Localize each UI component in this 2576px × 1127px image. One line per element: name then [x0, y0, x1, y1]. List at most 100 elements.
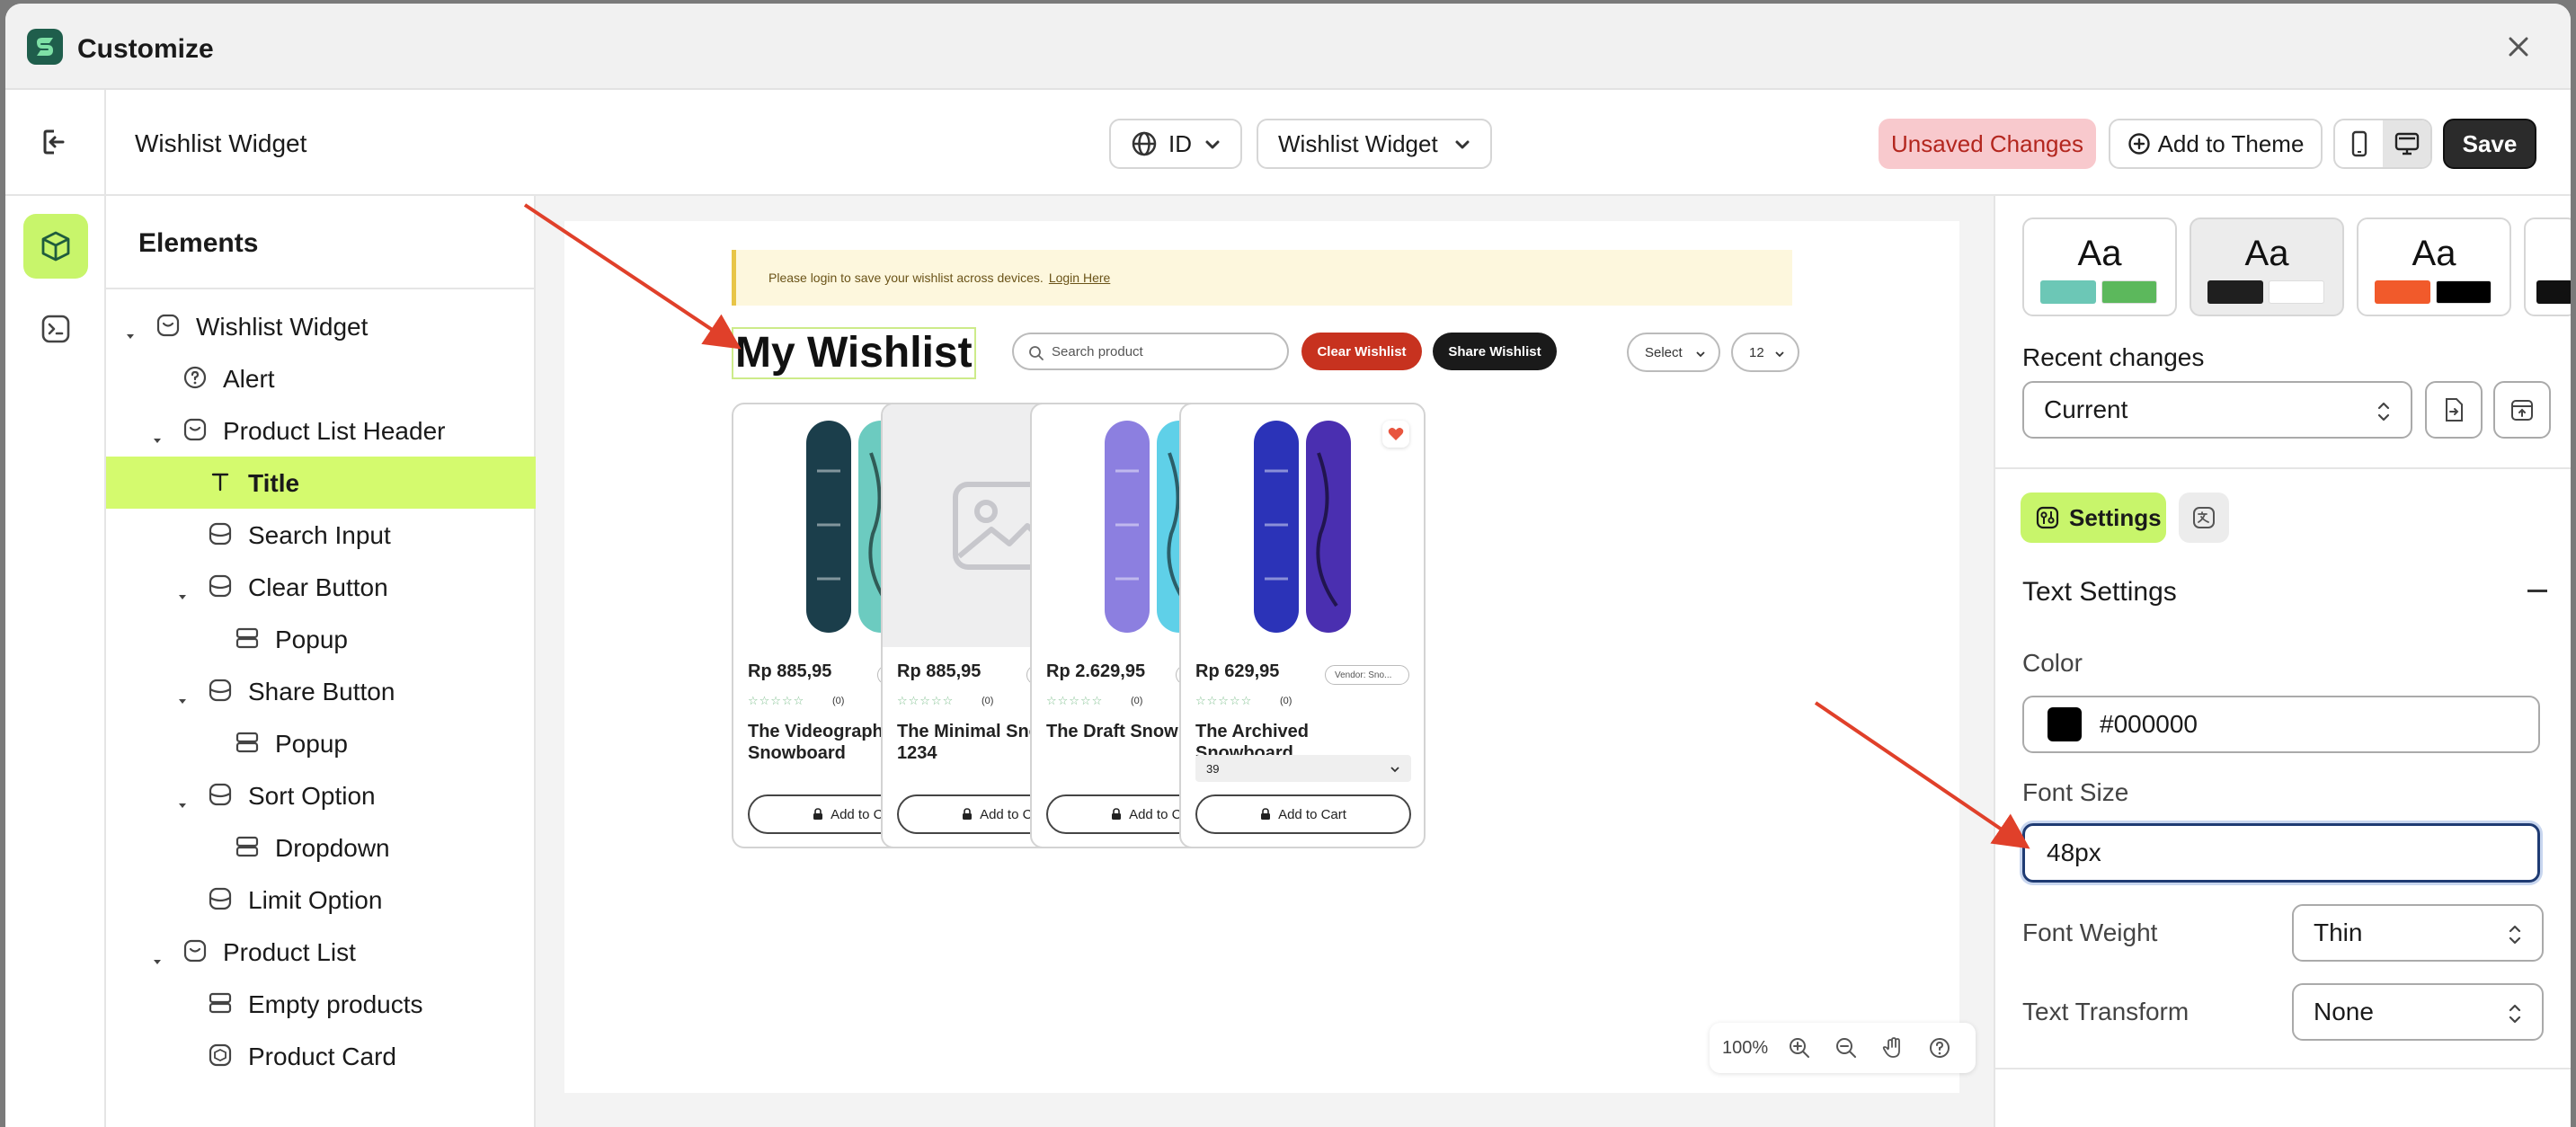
settings-tab-label: Settings	[2069, 503, 2162, 531]
hand-icon[interactable]	[1870, 1023, 1916, 1073]
tree-item[interactable]: Alert	[106, 352, 536, 404]
tree-item[interactable]: Popup	[106, 717, 536, 769]
import-button[interactable]	[2425, 381, 2483, 439]
tree-item[interactable]: Wishlist Widget	[106, 300, 536, 352]
cube-icon	[41, 231, 70, 262]
login-link[interactable]: Login Here	[1049, 271, 1111, 285]
block-icon	[207, 885, 235, 914]
template-select[interactable]: Wishlist Widget	[1257, 119, 1492, 169]
font-weight-select[interactable]: Thin	[2292, 904, 2544, 962]
elements-tab-button[interactable]	[23, 214, 88, 279]
help-circle-icon	[182, 364, 210, 393]
chevron-down-icon	[1696, 351, 1705, 358]
updown-chevron-icon	[2509, 925, 2521, 945]
wishlist-title[interactable]: My Wishlist	[732, 327, 976, 379]
zoom-controls: 100%	[1710, 1023, 1976, 1073]
cube-icon	[207, 1042, 235, 1070]
tree-item[interactable]: Product List Header	[106, 404, 536, 457]
theme-color-chip	[2101, 280, 2157, 304]
language-select[interactable]: ID	[1109, 119, 1242, 169]
chevron-down-icon	[1390, 767, 1399, 773]
tree-item-label: Clear Button	[248, 573, 388, 601]
theme-color-chip	[2269, 280, 2324, 304]
app-logo-icon	[27, 29, 63, 65]
search-input[interactable]: Search product	[1012, 333, 1289, 370]
theme-preset[interactable]	[2524, 217, 2571, 316]
tree-item-label: Search Input	[248, 521, 391, 549]
device-toggle	[2333, 119, 2432, 169]
translate-tab[interactable]	[2179, 493, 2229, 543]
collapse-icon[interactable]	[2527, 590, 2547, 592]
help-icon[interactable]	[1916, 1023, 1963, 1073]
caret-down-icon[interactable]	[124, 320, 137, 339]
font-size-label: Font Size	[2022, 778, 2129, 806]
tree-item-label: Empty products	[248, 990, 423, 1018]
save-button[interactable]: Save	[2443, 119, 2536, 169]
text-settings-title: Text Settings	[2022, 577, 2177, 607]
settings-tab[interactable]: Settings	[2021, 493, 2166, 543]
zoom-in-icon[interactable]	[1776, 1023, 1823, 1073]
exit-icon[interactable]	[36, 124, 72, 164]
recent-changes-value: Current	[2044, 395, 2128, 423]
settings-panel: Aa Aa Aa Recent changes Current Settings T…	[1994, 196, 2571, 1127]
review-count: (0)	[832, 696, 845, 706]
tree-item[interactable]: Sort Option	[106, 769, 536, 821]
limit-select[interactable]: 12	[1731, 333, 1799, 372]
tree-item[interactable]: Product Card	[106, 1030, 536, 1082]
sort-select[interactable]: Select	[1627, 333, 1720, 372]
font-weight-label: Font Weight	[2022, 918, 2158, 946]
wishlist-heart-icon[interactable]	[1382, 421, 1409, 448]
tree-item-label: Dropdown	[275, 834, 390, 862]
section-icon	[155, 312, 183, 341]
tree-item[interactable]: Product List	[106, 926, 536, 978]
mobile-view-button[interactable]	[2335, 120, 2383, 167]
tree-item[interactable]: Dropdown	[106, 821, 536, 874]
color-field[interactable]: #000000	[2022, 696, 2540, 753]
tree-item[interactable]: Title	[106, 457, 536, 509]
tree-item-label: Alert	[223, 365, 275, 393]
chevron-down-icon	[1775, 351, 1784, 358]
close-icon[interactable]	[2502, 31, 2535, 63]
caret-down-icon[interactable]	[151, 424, 164, 443]
review-count: (0)	[1280, 696, 1292, 706]
tree-item[interactable]: Search Input	[106, 509, 536, 561]
tree-item[interactable]: Clear Button	[106, 561, 536, 613]
globe-icon	[1132, 131, 1157, 156]
clear-wishlist-button[interactable]: Clear Wishlist	[1301, 333, 1422, 370]
caret-down-icon[interactable]	[176, 581, 189, 599]
recent-changes-select[interactable]: Current	[2022, 381, 2412, 439]
top-toolbar: Wishlist Widget ID Wishlist Widget Unsav…	[5, 90, 2571, 196]
tree-item[interactable]: Limit Option	[106, 874, 536, 926]
caret-down-icon[interactable]	[176, 789, 189, 808]
rating-stars-icon: ☆☆☆☆☆	[897, 694, 955, 707]
lock-icon	[1112, 808, 1122, 820]
tree-item[interactable]: Popup	[106, 613, 536, 665]
theme-color-chip	[2436, 280, 2492, 304]
tree-item[interactable]: Share Button	[106, 665, 536, 717]
add-to-theme-button[interactable]: Add to Theme	[2109, 119, 2323, 169]
product-card[interactable]: Rp 629,95 Vendor: Sno... ☆☆☆☆☆ (0) The Archi…	[1179, 403, 1426, 848]
variant-select[interactable]: 39	[1195, 755, 1411, 782]
color-label: Color	[2022, 649, 2083, 677]
zoom-out-icon[interactable]	[1823, 1023, 1870, 1073]
theme-preset[interactable]: Aa	[2357, 217, 2511, 316]
review-count: (0)	[982, 696, 994, 706]
code-tab-button[interactable]	[23, 297, 88, 361]
theme-preset[interactable]: Aa	[2022, 217, 2177, 316]
theme-preset[interactable]: Aa	[2190, 217, 2344, 316]
add-to-cart-button[interactable]: Add to Cart	[1195, 794, 1411, 834]
variant-value: 39	[1206, 761, 1220, 776]
share-wishlist-button[interactable]: Share Wishlist	[1433, 333, 1557, 370]
text-transform-select[interactable]: None	[2292, 983, 2544, 1041]
tree-item[interactable]: Empty products	[106, 978, 536, 1030]
chevron-down-icon	[1205, 140, 1220, 149]
color-value: #000000	[2100, 710, 2198, 738]
updown-chevron-icon	[2509, 1004, 2521, 1024]
color-swatch[interactable]	[2047, 707, 2082, 741]
font-size-input[interactable]: 48px	[2022, 823, 2540, 883]
caret-down-icon[interactable]	[151, 945, 164, 964]
text-icon	[207, 468, 235, 497]
desktop-view-button[interactable]	[2383, 120, 2430, 167]
export-button[interactable]	[2493, 381, 2551, 439]
caret-down-icon[interactable]	[176, 685, 189, 704]
